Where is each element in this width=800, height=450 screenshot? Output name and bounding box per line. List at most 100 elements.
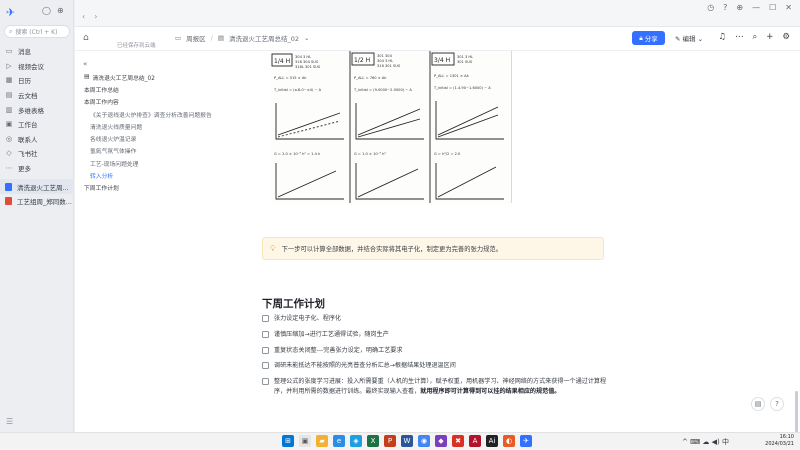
outline-item[interactable]: 清洗退火线质量问题 [75,120,255,132]
acrobat-icon[interactable]: A [469,435,481,447]
settings-icon[interactable]: ☰ [6,417,13,426]
doc-icon: ▤ [217,34,225,42]
help-icon[interactable]: ? [723,3,727,12]
todo-item: 调研未能抵达不能按照的光亮普查分析汇总→根据结果处理退温区间 [262,361,612,371]
more-icon[interactable]: ⋯ [735,32,744,42]
share-button[interactable]: 🔒︎ 分享 [632,31,665,45]
rail-item-base[interactable]: ▥ 多维表格 [0,102,74,117]
file-explorer-icon[interactable]: ▰ [316,435,328,447]
breadcrumb-item[interactable]: 周报区 [186,33,206,43]
todo-checkbox[interactable] [262,362,269,370]
outline-item[interactable]: 氢氮气氛气体操作 [75,145,255,157]
outline-item[interactable]: 下周工作计划 [75,182,255,194]
contacts-icon: ◎ [5,134,13,143]
svg-text:G = h²/2 = 2.0: G = h²/2 = 2.0 [434,152,461,156]
rail-item-more[interactable]: ⋯ 更多 [0,161,74,176]
back-icon[interactable]: ‹ [82,12,85,21]
svg-text:G = 2.0 × 10⁻⁹ h² = 1.4 h: G = 2.0 × 10⁻⁹ h² = 1.4 h [274,152,320,156]
edit-mode-button[interactable]: ✎ 编辑 ⌄ [675,33,703,43]
settings-icon[interactable]: ⚙ [782,32,790,42]
history-icon[interactable]: ◷ [707,3,714,12]
rail-item-community[interactable]: ◇ 飞书社 [0,146,74,161]
todo-checkbox[interactable] [262,346,269,354]
outline-title[interactable]: ▤ 清洗退火工艺周总结_02 [75,71,255,83]
add-icon[interactable]: + [766,32,773,42]
breadcrumb-item[interactable]: 清洗退火工艺周总结_02 [229,33,299,43]
clock[interactable]: 16:10 2024/03/21 [760,434,794,448]
todo-list: 张力设定电子化、程序化 谨慎压缩加→进行工艺通得试验，随岗生产 重复状态关闭整-… [262,314,612,402]
rail-open-doc[interactable]: 工艺组周_郑同数... [0,194,74,209]
panel-header: 1/4 H [274,58,290,65]
panel-header: 3/4 H [434,57,450,64]
handwritten-notes-image[interactable]: 1/4 H 1/2 H 3/4 H 304 3 HL 316 304 SUS 3… [270,51,512,203]
feishu-icon[interactable]: ✈ [520,435,532,447]
app-icon[interactable]: ✖ [452,435,464,447]
system-tray[interactable]: ^ ⌨ ☁ ◀) 中 [682,437,729,447]
avatar-icon[interactable]: ◯ [42,6,51,15]
outline-item[interactable]: 各线退火炉温记录 [75,132,255,144]
rail-open-doc[interactable]: 清洗退火工艺周... [0,179,74,194]
callout-block[interactable]: 💡︎ 下一步可以计算全部数据，并结合实际将其电子化，制定更为完善的张力规范。 [262,237,604,260]
close-icon[interactable]: ✕ [785,3,792,12]
rail-item-workbench[interactable]: ▣ 工作台 [0,117,74,132]
notification-icon[interactable]: ♫ [718,32,726,42]
home-icon[interactable]: ⌂ [83,33,89,43]
outline-item[interactable]: 本周工作内容 [75,96,255,108]
maximize-icon[interactable]: ☐ [769,3,776,12]
window-titlebar: ‹ › ◷ ? ⊕ — ☐ ✕ [75,0,800,27]
illustrator-icon[interactable]: Ai [486,435,498,447]
vertical-scrollbar[interactable] [795,391,798,432]
forward-icon[interactable]: › [94,12,97,21]
lightbulb-icon: 💡︎ [270,243,276,253]
toc-icon[interactable]: ▤ [751,397,765,411]
collapse-outline-icon[interactable]: « [83,60,87,68]
workbench-icon: ▣ [5,120,13,129]
calendar-icon: ▦ [5,76,13,85]
breadcrumb-separator: / [210,34,213,42]
outline-item-active[interactable]: 转入分析 [75,169,255,181]
rail-item-messages[interactable]: ▭ 消息 [0,44,74,59]
rail-item-cloud-docs[interactable]: ▤ 云文档 [0,88,74,103]
doc-content: 1/4 H 1/2 H 3/4 H 304 3 HL 316 304 SUS 3… [262,51,800,432]
pin-icon[interactable]: ⊕ [736,3,743,12]
rail-item-calendar[interactable]: ▦ 日历 [0,73,74,88]
todo-checkbox[interactable] [262,378,269,386]
svg-text:T_initial = (1.4.90~1.6000) ~: T_initial = (1.4.90~1.6000) ~ A [433,86,491,90]
pen-icon: ✎ [675,35,681,43]
svg-text:P_ALL = 760 × Ak: P_ALL = 760 × Ak [354,76,387,80]
start-icon[interactable]: ⊞ [282,435,294,447]
chrome-icon[interactable]: ◉ [418,435,430,447]
add-icon[interactable]: ⊕ [57,6,64,15]
outline-item[interactable]: 本周工作总结 [75,83,255,95]
outline-item[interactable]: 工艺-现场问题处理 [75,157,255,169]
app-icon[interactable]: ◆ [435,435,447,447]
svg-text:304 3 HL: 304 3 HL [377,59,393,63]
rail-item-contacts[interactable]: ◎ 联系人 [0,132,74,147]
doc-icon [5,182,12,191]
search-icon[interactable]: ⌕ [752,32,757,42]
video-icon: ▷ [6,61,12,70]
help-icon[interactable]: ? [770,397,784,411]
todo-checkbox[interactable] [262,315,269,322]
rail-nav: ▭ 消息 ▷ 视频会议 ▦ 日历 ▤ 云文档 ▥ 多维表格 ▣ 工作台 ◎ 联系人 ◇ 飞书社 … [0,44,74,209]
chevron-down-icon[interactable]: ⌄ [304,34,309,42]
task-view-icon[interactable]: ▣ [299,435,311,447]
search-input[interactable]: ⌕ 搜索 (Ctrl + K) [4,25,70,38]
app-icon[interactable]: ◐ [503,435,515,447]
powerpoint-icon[interactable]: P [384,435,396,447]
todo-item: 张力设定电子化、程序化 [262,314,612,324]
excel-icon[interactable]: X [367,435,379,447]
rail-item-video[interactable]: ▷ 视频会议 [0,59,74,74]
section-heading: 下周工作计划 [262,298,325,310]
word-icon[interactable]: W [401,435,413,447]
cloud-doc-icon: ▤ [5,91,13,100]
doc-icon [5,197,12,206]
lock-icon: 🔒︎ [639,33,643,42]
panel-header: 1/2 H [354,57,370,64]
todo-checkbox[interactable] [262,330,269,338]
chat-icon: ▭ [5,47,13,56]
outline-item[interactable]: 《关于退线退火炉排查》调查分析改善问题报告 [75,108,255,120]
store-icon[interactable]: ◈ [350,435,362,447]
edge-icon[interactable]: e [333,435,345,447]
minimize-icon[interactable]: — [752,3,760,12]
